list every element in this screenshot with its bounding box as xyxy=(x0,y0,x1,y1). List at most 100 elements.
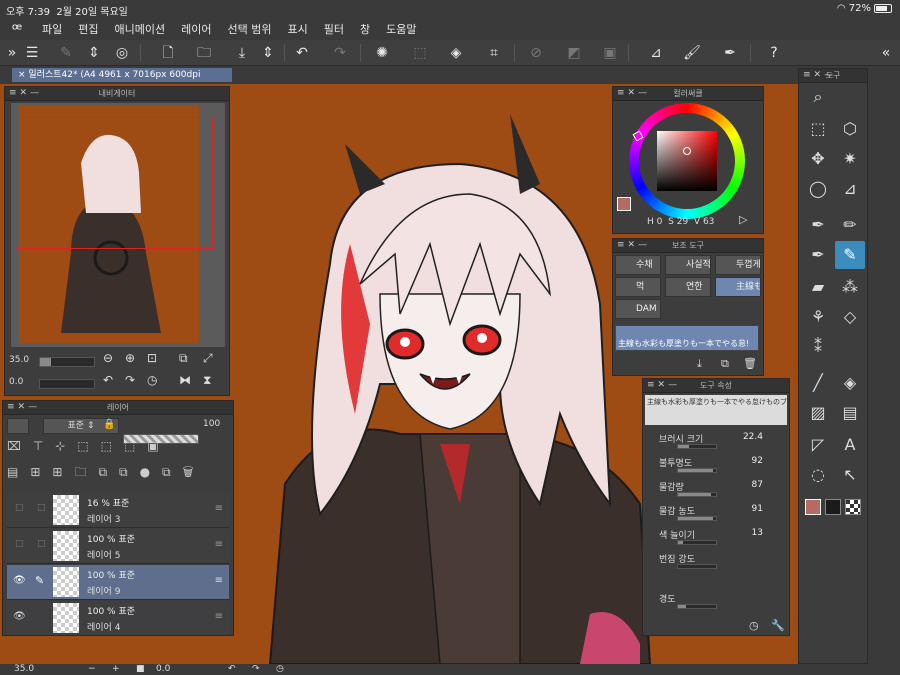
bottom-zoom-in-icon[interactable]: + xyxy=(112,664,120,674)
zoom-slider[interactable] xyxy=(39,357,95,367)
gradient-icon[interactable]: ▨ xyxy=(803,399,833,427)
collapse-right-icon[interactable]: « xyxy=(876,43,896,63)
clear-selection-icon[interactable]: ⊘ xyxy=(526,43,546,63)
open-folder-icon[interactable]: 🗀 xyxy=(194,43,214,63)
trash-icon[interactable]: 🗑 xyxy=(743,357,757,370)
menu-file[interactable]: 파일 xyxy=(34,21,70,37)
layer-tools-row-2[interactable]: ▤⊞⊞🗀⧉⧉●⧉🗑 xyxy=(7,463,231,483)
lock-icon[interactable]: 🔒 xyxy=(103,419,115,430)
bottom-rotation-value[interactable]: 0.0 xyxy=(156,664,170,674)
bottom-zoom-value[interactable]: 35.0 xyxy=(14,664,34,674)
blend-icon[interactable]: ⁑ xyxy=(803,333,833,361)
line-tool-icon[interactable]: ╱ xyxy=(803,369,833,397)
redo-icon[interactable]: ↷ xyxy=(330,43,350,63)
saturation-value-square[interactable] xyxy=(657,131,717,191)
navigator-preview[interactable] xyxy=(11,103,225,347)
new-file-icon[interactable]: 🗋 xyxy=(158,43,178,63)
menu-window[interactable]: 창 xyxy=(352,21,378,37)
selection-icon[interactable]: ▣ xyxy=(600,43,620,63)
bottom-reset-icon[interactable]: ◷ xyxy=(276,664,284,674)
layer-opacity-value[interactable]: 100 xyxy=(203,419,220,429)
save-options-icon[interactable]: ⇕ xyxy=(258,43,278,63)
reset-icon[interactable]: ◷ xyxy=(749,619,759,632)
menu-edit[interactable]: 편집 xyxy=(70,21,106,37)
panel-controls-icon[interactable]: ≡✕— xyxy=(7,401,40,414)
prop-brush-size[interactable]: 브러시 크기 22.4 xyxy=(647,431,783,453)
drag-handle-icon[interactable]: ≡ xyxy=(215,503,223,514)
loading-icon[interactable]: ✺ xyxy=(372,43,392,63)
bottom-rotate-left-icon[interactable]: ↶ xyxy=(228,664,236,674)
up-down-icon[interactable]: ⇕ xyxy=(84,43,104,63)
crop-icon[interactable]: ⌗ xyxy=(484,43,504,63)
rotate-right-icon[interactable]: ↷ xyxy=(125,373,135,387)
panel-controls-icon[interactable]: ≡✕— xyxy=(617,239,650,252)
ribbon-icon[interactable]: ⚘ xyxy=(803,303,833,331)
zoom-in-icon[interactable]: ⊕ xyxy=(125,351,135,365)
fit-window-icon[interactable]: ⧉ xyxy=(179,351,188,366)
reset-rotation-icon[interactable]: ◷ xyxy=(147,373,157,387)
lasso-icon[interactable]: ◯ xyxy=(803,175,833,203)
clip-studio-icon[interactable]: ◎ xyxy=(112,43,132,63)
decoration-icon[interactable]: ⁂ xyxy=(835,273,865,301)
brush-preview[interactable]: 主線も水彩も厚塗りも一本でやる怠けものブラシ xyxy=(645,395,787,425)
subtool-realistic[interactable]: 사실적 xyxy=(665,255,711,275)
menu-view[interactable]: 표시 xyxy=(279,21,315,37)
eye-icon[interactable]: 👁 xyxy=(13,611,26,622)
hamburger-menu-icon[interactable]: ☰ xyxy=(22,43,42,63)
correction-icon[interactable]: ↖ xyxy=(835,461,865,489)
navigator-rotation-value[interactable]: 0.0 xyxy=(9,377,23,387)
transform-icon[interactable]: ⬚ xyxy=(410,43,430,63)
pencil-icon[interactable]: ✎ xyxy=(35,574,44,587)
move-tool-icon[interactable]: ⬚ xyxy=(803,115,833,143)
drag-handle-icon[interactable]: ≡ xyxy=(215,575,223,586)
panel-controls-icon[interactable]: ≡✕— xyxy=(9,87,42,100)
drag-handle-icon[interactable]: ≡ xyxy=(215,611,223,622)
panel-controls-icon[interactable]: ≡✕— xyxy=(803,69,836,82)
settings-icon[interactable]: 🔧 xyxy=(771,619,785,632)
clip-studio-logo-icon[interactable]: ꟹ xyxy=(0,20,34,39)
hue-ring[interactable] xyxy=(629,103,745,219)
fit-icon[interactable]: ⊡ xyxy=(147,351,157,365)
main-color-swatch[interactable] xyxy=(617,197,631,211)
expand-icon[interactable]: ⤢ xyxy=(203,351,213,366)
tab-close-icon[interactable]: × xyxy=(18,70,28,80)
pen-icon[interactable]: ✒ xyxy=(720,43,740,63)
bottom-rotate-right-icon[interactable]: ↷ xyxy=(252,664,260,674)
subtool-ink[interactable]: 먹 xyxy=(615,277,661,297)
layer-tools-row-1[interactable]: ⌧⊤⊹⬚⬚⬚▣ xyxy=(7,439,231,459)
fill-tool-icon[interactable]: ◈ xyxy=(835,369,865,397)
prop-color-stretch[interactable]: 색 늘이기 13 xyxy=(647,527,783,549)
prop-opacity[interactable]: 불투명도 92 xyxy=(647,455,783,477)
download-icon[interactable]: ⤓ xyxy=(697,357,702,371)
duplicate-icon[interactable]: ⧉ xyxy=(721,357,729,371)
bottom-zoom-out-icon[interactable]: − xyxy=(88,664,96,674)
subtool-light[interactable]: 연한 xyxy=(665,277,711,297)
help-icon[interactable]: ? xyxy=(764,43,784,63)
visibility-off-icon[interactable]: □ xyxy=(15,539,24,549)
prop-blur-strength[interactable]: 번짐 강도 xyxy=(647,551,783,573)
subtool-main-line[interactable]: 主線も xyxy=(715,277,761,297)
bottom-fit-icon[interactable]: ■ xyxy=(136,664,145,674)
magic-wand-icon[interactable]: ✷ xyxy=(835,145,865,173)
invert-selection-icon[interactable]: ◩ xyxy=(564,43,584,63)
eyedropper-icon[interactable]: ⊿ xyxy=(835,175,865,203)
balloon-icon[interactable]: ◌ xyxy=(803,461,833,489)
brush-icon[interactable]: 🖌 xyxy=(682,43,702,63)
drag-handle-icon[interactable]: ≡ xyxy=(215,539,223,550)
undo-icon[interactable]: ↶ xyxy=(292,43,312,63)
ruler-icon[interactable]: ⊿ xyxy=(646,43,666,63)
object-tool-icon[interactable]: ⬡ xyxy=(835,115,865,143)
eraser-icon[interactable]: ◇ xyxy=(835,303,865,331)
hue-cursor[interactable] xyxy=(632,130,644,142)
panel-controls-icon[interactable]: ≡✕— xyxy=(617,87,650,100)
menu-filter[interactable]: 필터 xyxy=(316,21,352,37)
navigator-zoom-value[interactable]: 35.0 xyxy=(9,355,29,365)
pen-tool-icon[interactable]: ✒ xyxy=(803,211,833,239)
play-icon[interactable]: ▷ xyxy=(739,213,747,226)
collapse-left-icon[interactable]: » xyxy=(2,43,22,63)
fill-bucket-icon[interactable]: ◈ xyxy=(446,43,466,63)
ruler-tool-icon[interactable]: ◸ xyxy=(803,431,833,459)
menu-selection[interactable]: 선택 범위 xyxy=(219,21,279,37)
layer-row-3[interactable]: □ □ 16 % 표준 레이어 3 ≡ xyxy=(7,493,229,528)
menu-animation[interactable]: 애니메이션 xyxy=(107,21,174,37)
